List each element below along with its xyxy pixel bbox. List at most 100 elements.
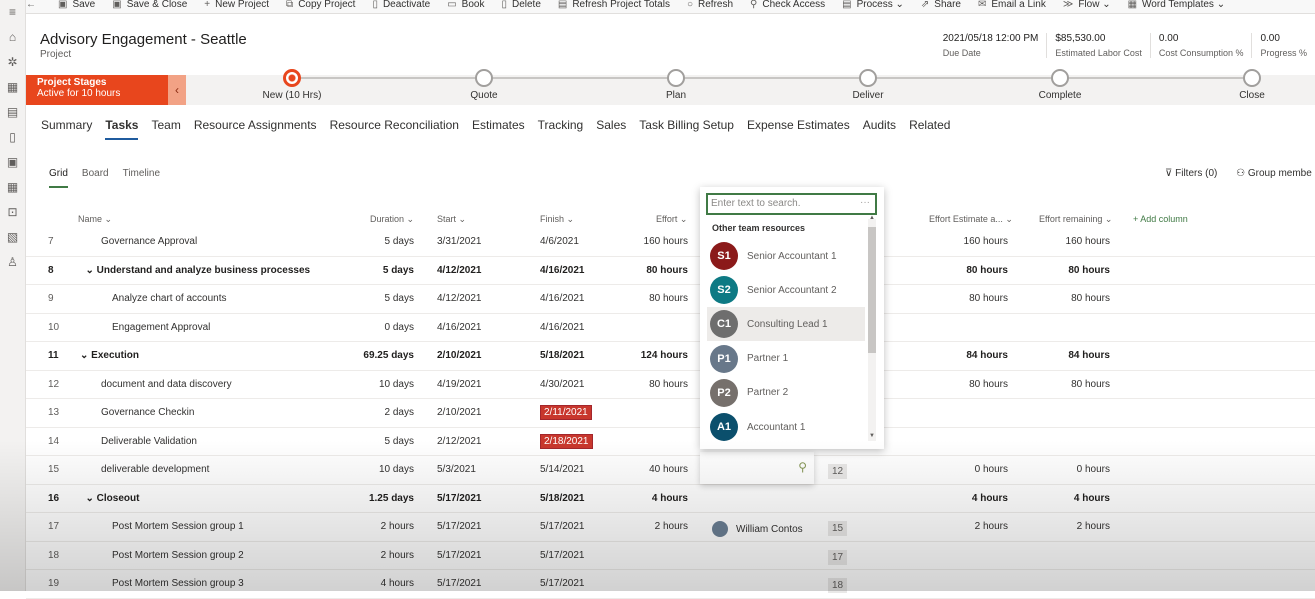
nav-icon-0[interactable]: ≡ [0,0,25,25]
task-name[interactable]: Governance Checkin [101,407,194,418]
table-row[interactable]: 14 Deliverable Validation 5 days 2/12/2021 2… [26,428,1315,456]
tab-resource-assignments[interactable]: Resource Assignments [194,118,317,140]
task-name[interactable]: Deliverable Validation [101,436,197,447]
command-copy-project[interactable]: ⧉ Copy Project [286,0,355,10]
assignee[interactable]: William Contos [712,521,803,537]
table-row[interactable]: 7 Governance Approval 5 days 3/31/2021 4/6/2… [26,228,1315,257]
view-grid[interactable]: Grid [49,168,68,188]
table-row[interactable]: 18 Post Mortem Session group 2 2 hours 5/17… [26,542,1315,570]
filter-button[interactable]: ⊽ Filters (0) [1165,168,1225,179]
tab-tasks[interactable]: Tasks [105,118,139,140]
nav-icon-6[interactable]: ▣ [0,150,25,175]
nav-icon-9[interactable]: ▧ [0,225,25,250]
command-deactivate[interactable]: ▯ Deactivate [372,0,430,10]
tab-estimates[interactable]: Estimates [472,118,525,140]
command-flow-[interactable]: ≫ Flow ⌄ [1063,0,1111,10]
table-row[interactable]: 8 ⌄ Understand and analyze business proce… [26,257,1315,285]
tab-team[interactable]: Team [151,118,180,140]
nav-icon-7[interactable]: ▦ [0,175,25,200]
command-back[interactable]: ← [26,0,41,10]
stage-0[interactable]: New (10 Hrs) [252,69,332,101]
project-stages-flyout[interactable]: Project Stages Active for 10 hours [26,75,168,105]
col-duration[interactable]: Duration ⌄ [370,214,414,225]
tab-task-billing-setup[interactable]: Task Billing Setup [639,118,734,140]
tab-tracking[interactable]: Tracking [538,118,584,140]
nav-icon-8[interactable]: ⊡ [0,200,25,225]
nav-icon-10[interactable]: ♙ [0,250,25,275]
stage-3[interactable]: Deliver [828,69,908,101]
command-share[interactable]: ⇗ Share [921,0,961,10]
nav-icon-1[interactable]: ⌂ [0,25,25,50]
scrollbar[interactable]: ▲ ▼ [868,215,876,441]
scroll-up-icon[interactable]: ▲ [868,215,876,221]
table-row[interactable]: 16 ⌄ Closeout 1.25 days 5/17/2021 5/18/2021 4… [26,485,1315,513]
resource-option[interactable]: P1 Partner 1 [707,342,865,376]
tab-resource-reconciliation[interactable]: Resource Reconciliation [330,118,459,140]
command-refresh-project-totals[interactable]: ▤ Refresh Project Totals [558,0,670,10]
task-name[interactable]: Post Mortem Session group 2 [112,550,244,561]
scroll-down-icon[interactable]: ▼ [868,433,876,439]
col-finish[interactable]: Finish ⌄ [540,214,574,225]
resource-option[interactable]: C1 Consulting Lead 1 [707,307,865,342]
table-row[interactable]: 15 deliverable development 10 days 5/3/2021… [26,456,1315,485]
tab-sales[interactable]: Sales [596,118,626,140]
nav-icon-2[interactable]: ✲ [0,50,25,75]
nav-icon-3[interactable]: ▦ [0,75,25,100]
tab-expense-estimates[interactable]: Expense Estimates [747,118,850,140]
stage-1[interactable]: Quote [444,69,524,101]
task-name[interactable]: ⌄ Understand and analyze business proces… [86,265,311,276]
nav-icon-4[interactable]: ▤ [0,100,25,125]
resource-option[interactable]: S2 Senior Accountant 2 [707,273,865,307]
task-name[interactable]: ⌄ Execution [80,350,139,361]
table-row[interactable]: 19 Post Mortem Session group 3 4 hours 5/17… [26,570,1315,599]
resource-option[interactable]: A1 Accountant 1 [707,410,865,444]
command-process-[interactable]: ▤ Process ⌄ [842,0,904,10]
task-name[interactable]: Analyze chart of accounts [112,293,227,304]
command-delete[interactable]: ▯ Delete [501,0,540,10]
more-icon[interactable]: ··· [860,197,870,208]
col-name[interactable]: Name ⌄ [78,214,112,225]
command-book[interactable]: ▭ Book [447,0,484,10]
table-row[interactable]: 17 Post Mortem Session group 1 2 hours 5/17… [26,513,1315,542]
resource-option[interactable]: P2 Partner 2 [707,376,865,410]
add-column-button[interactable]: + Add column [1133,214,1188,224]
table-row[interactable]: 12 document and data discovery 10 days 4/19… [26,371,1315,399]
table-row[interactable]: 9 Analyze chart of accounts 5 days 4/12/202… [26,285,1315,314]
assigned-to-input[interactable]: ⚲ [700,452,814,484]
resource-search-input[interactable]: Enter text to search. ··· [706,193,877,215]
resource-option[interactable]: S1 Senior Accountant 1 [707,239,865,273]
col-effort-remaining[interactable]: Effort remaining ⌄ [1039,214,1112,225]
col-effort-estimate[interactable]: Effort Estimate a... ⌄ [929,214,1013,225]
command-email-a-link[interactable]: ✉ Email a Link [978,0,1046,10]
chevron-left-icon[interactable]: ‹ [168,75,186,105]
task-name[interactable]: Governance Approval [101,236,197,247]
task-name[interactable]: Post Mortem Session group 1 [112,521,244,532]
command-word-templates-[interactable]: ▦ Word Templates ⌄ [1128,0,1226,10]
tab-related[interactable]: Related [909,118,950,140]
task-name[interactable]: ⌄ Closeout [86,493,140,504]
stage-4[interactable]: Complete [1020,69,1100,101]
command-save[interactable]: ▣ Save [58,0,95,10]
command-check-access[interactable]: ⚲ Check Access [750,0,825,10]
table-row[interactable]: 13 Governance Checkin 2 days 2/10/2021 2/11/… [26,399,1315,428]
command-save-close[interactable]: ▣ Save & Close [112,0,187,10]
table-row[interactable]: 11 ⌄ Execution 69.25 days 2/10/2021 5/18/202… [26,342,1315,371]
col-start[interactable]: Start ⌄ [437,214,466,225]
add-person-icon[interactable]: ⚲ [798,460,807,474]
nav-icon-5[interactable]: ▯ [0,125,25,150]
command-refresh[interactable]: ○ Refresh [687,0,733,10]
tab-summary[interactable]: Summary [41,118,92,140]
view-timeline[interactable]: Timeline [123,168,160,188]
task-name[interactable]: Post Mortem Session group 3 [112,578,244,589]
command-new-project[interactable]: + New Project [204,0,269,10]
group-members-button[interactable]: ⚇ Group membe [1236,168,1315,179]
stage-5[interactable]: Close [1212,69,1292,101]
view-board[interactable]: Board [82,168,109,188]
tab-audits[interactable]: Audits [863,118,896,140]
stage-2[interactable]: Plan [636,69,716,101]
task-name[interactable]: deliverable development [101,464,209,475]
col-effort[interactable]: Effort ⌄ [656,214,687,225]
scrollbar-thumb[interactable] [868,227,876,353]
task-name[interactable]: document and data discovery [101,379,232,390]
table-row[interactable]: 10 Engagement Approval 0 days 4/16/2021 4/16… [26,314,1315,342]
